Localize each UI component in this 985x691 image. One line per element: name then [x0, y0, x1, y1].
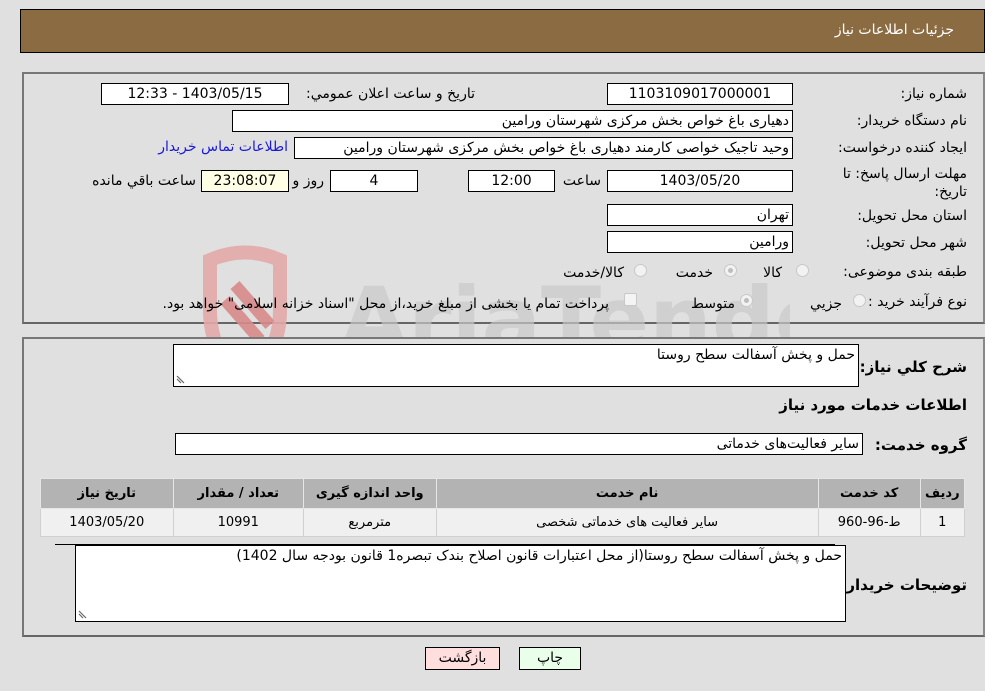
page-title: جزئیات اطلاعات نیاز: [834, 22, 954, 38]
col-need-date: تاریخ نیاز: [40, 478, 174, 509]
description-text: حمل و پخش آسفالت سطح روستا: [656, 347, 855, 363]
category-service-radio[interactable]: [724, 264, 737, 277]
province-field: تهران: [607, 204, 793, 226]
service-group-field: سایر فعالیت‌های خدماتی: [175, 433, 863, 455]
process-minor-radio[interactable]: [853, 294, 866, 307]
resize-grip-icon[interactable]: [78, 609, 88, 619]
cell-row-number: 1: [919, 508, 966, 537]
need-number-field: 1103109017000001: [607, 83, 793, 105]
deadline-time-label: ساعت: [562, 173, 601, 189]
process-minor-label: جزيي: [810, 296, 842, 312]
category-service-label: خدمت: [675, 265, 713, 281]
back-button[interactable]: بازگشت: [425, 647, 500, 670]
category-goods-radio[interactable]: [796, 264, 809, 277]
cell-service-code: ط-96-960: [817, 508, 921, 537]
service-group-label: گروه خدمت:: [874, 436, 967, 454]
table-header-row: رديف کد خدمت نام خدمت واحد اندازه گیری ت…: [40, 478, 966, 509]
deadline-date-field: 1403/05/20: [607, 170, 793, 192]
services-table: رديف کد خدمت نام خدمت واحد اندازه گیری ت…: [40, 478, 966, 537]
col-service-name: نام خدمت: [435, 478, 819, 509]
page-header: جزئیات اطلاعات نیاز: [20, 9, 985, 53]
category-goods-service-label: کالا/خدمت: [563, 265, 624, 281]
description-textarea[interactable]: حمل و پخش آسفالت سطح روستا: [173, 344, 859, 387]
print-button[interactable]: چاپ: [519, 647, 581, 670]
province-label: استان محل تحویل:: [857, 208, 967, 224]
buyer-notes-textarea[interactable]: حمل و پخش آسفالت سطح روستا(از محل اعتبار…: [75, 545, 846, 622]
treasury-bonds-label: پرداخت تمام یا بخشی از مبلغ خرید،از محل …: [162, 296, 609, 312]
category-goods-label: کالا: [763, 265, 782, 281]
cell-need-date: 1403/05/20: [40, 508, 174, 537]
col-service-code: کد خدمت: [817, 478, 921, 509]
need-number-label: شماره نیاز:: [900, 86, 968, 102]
col-quantity: تعداد / مقدار: [172, 478, 305, 509]
cell-unit: مترمربع: [303, 508, 437, 537]
requester-field: وحید تاجیک خواصی کارمند دهیاری باغ خواص …: [294, 137, 793, 159]
deadline-label: مهلت ارسال پاسخ: تا تاريخ:: [842, 166, 967, 200]
cell-service-name: سایر فعالیت های خدماتی شخصی: [435, 508, 819, 537]
buyer-notes-text: حمل و پخش آسفالت سطح روستا(از محل اعتبار…: [236, 548, 842, 564]
days-label: روز و: [292, 173, 325, 189]
remaining-days-field: 4: [330, 170, 418, 192]
buyer-org-field: دهیاری باغ خواص بخش مرکزی شهرستان ورامین: [232, 110, 793, 132]
col-unit: واحد اندازه گیری: [303, 478, 437, 509]
services-section-title: اطلاعات خدمات مورد نياز: [779, 396, 967, 414]
treasury-bonds-checkbox[interactable]: [624, 293, 637, 306]
announce-datetime-label: تاریخ و ساعت اعلان عمومي:: [306, 86, 475, 102]
table-row: 1 ط-96-960 سایر فعالیت های خدماتی شخصی م…: [40, 508, 966, 537]
remaining-time-label: ساعت باقي مانده: [92, 173, 196, 189]
deadline-time-field: 12:00: [468, 170, 555, 192]
col-row-number: رديف: [919, 478, 966, 509]
announce-datetime-field: 1403/05/15 - 12:33: [101, 83, 289, 105]
process-medium-radio[interactable]: [740, 294, 753, 307]
description-label: شرح کلي نياز:: [859, 358, 967, 376]
category-label: طبقه بندی موضوعی:: [843, 264, 967, 280]
cell-quantity: 10991: [172, 508, 305, 537]
remaining-time-field: 23:08:07: [201, 170, 289, 192]
requester-label: ايجاد کننده درخواست:: [838, 140, 967, 156]
buyer-contact-link[interactable]: اطلاعات تماس خريدار: [158, 139, 288, 155]
process-medium-label: متوسط: [691, 296, 735, 312]
city-field: ورامین: [607, 231, 793, 253]
buyer-org-label: نام دستگاه خريدار:: [856, 113, 967, 129]
buyer-notes-label: توضیحات خریدار:: [840, 576, 967, 594]
purchase-process-label: نوع فرآیند خرید :: [868, 294, 967, 310]
category-goods-service-radio[interactable]: [634, 264, 647, 277]
resize-grip-icon[interactable]: [176, 374, 186, 384]
city-label: شهر محل تحویل:: [865, 235, 967, 251]
